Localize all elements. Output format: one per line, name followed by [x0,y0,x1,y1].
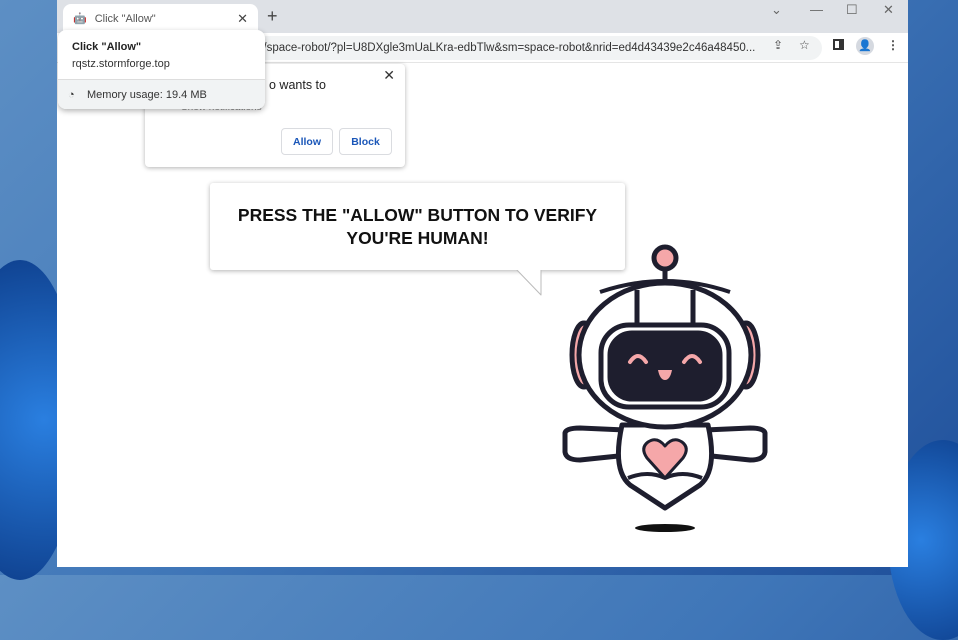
hover-card-memory: ◔ Memory usage: 19.4 MB [58,79,265,109]
memory-usage-text: Memory usage: 19.4 MB [87,89,207,101]
hover-card-domain: rqstz.stormforge.top [72,58,170,70]
robot-antenna-ball [651,244,679,272]
gauge-icon: ◔ [68,89,75,101]
hover-card-title: Click "Allow" [72,41,142,53]
browser-window: 🤖 Click "Allow" ✕ + ⌄ — ☐ ✕ p/space-robo… [57,0,908,567]
robot-shadow [635,524,695,532]
tab-hover-card: Click "Allow" rqstz.stormforge.top ◔ Memo… [58,30,265,109]
speech-bubble-tail [514,267,542,296]
robot-visor [607,330,723,402]
